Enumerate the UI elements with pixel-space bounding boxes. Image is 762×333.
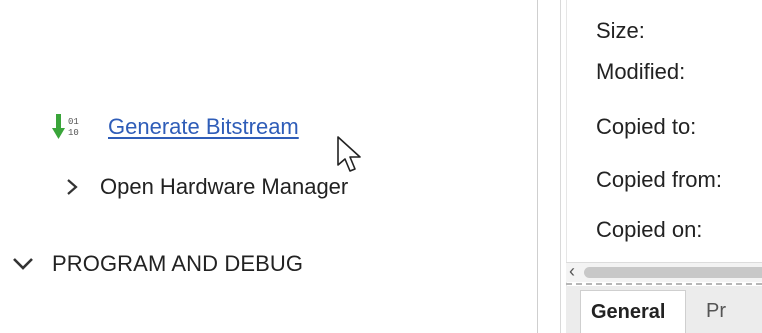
- section-program-and-debug[interactable]: PROGRAM AND DEBUG: [8, 247, 303, 281]
- svg-text:01: 01: [68, 117, 79, 127]
- scroll-left-icon[interactable]: ‹: [569, 261, 575, 282]
- chevron-right-icon[interactable]: [62, 175, 82, 199]
- open-hardware-manager-label: Open Hardware Manager: [100, 174, 349, 199]
- task-open-hardware-manager[interactable]: Open Hardware Manager: [62, 170, 348, 204]
- properties-panel: Size: Modified: Copied to: Copied from: …: [576, 0, 762, 262]
- properties-tabs: General Pr: [566, 286, 762, 333]
- panel-border: [560, 0, 561, 333]
- prop-size-label: Size:: [596, 18, 645, 43]
- section-label: PROGRAM AND DEBUG: [52, 251, 304, 276]
- scrollbar-thumb[interactable]: [584, 267, 762, 278]
- panel-divider: [537, 0, 538, 333]
- chevron-down-icon: [13, 258, 33, 270]
- generate-bitstream-link[interactable]: Generate Bitstream: [108, 114, 299, 140]
- svg-text:10: 10: [68, 128, 79, 138]
- prop-modified-label: Modified:: [596, 59, 686, 84]
- prop-copied-on-label: Copied on:: [596, 217, 703, 242]
- prop-copied-to-label: Copied to:: [596, 114, 697, 139]
- horizontal-scrollbar[interactable]: ‹: [566, 261, 762, 282]
- tab-properties[interactable]: Pr: [706, 290, 726, 333]
- mouse-pointer-icon: [337, 136, 361, 172]
- prop-copied-from-label: Copied from:: [596, 167, 722, 192]
- generate-bitstream-icon: 01 10: [52, 114, 79, 139]
- tab-properties-label: Pr: [706, 300, 726, 322]
- task-generate-bitstream[interactable]: 01 10 Generate Bitstream: [50, 110, 299, 144]
- tab-general-label: General: [591, 300, 666, 323]
- splitter-handle[interactable]: [566, 283, 762, 285]
- tab-general[interactable]: General: [580, 290, 687, 333]
